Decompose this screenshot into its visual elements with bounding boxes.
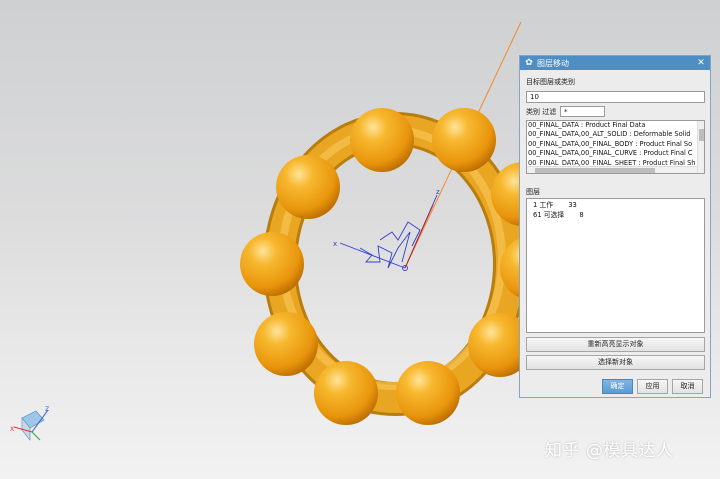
category-horizontal-scrollbar[interactable] (527, 166, 697, 173)
layer-list[interactable]: 1 工作 33 61 可选择 8 (526, 198, 705, 333)
sphere (314, 361, 378, 425)
svg-text:Z: Z (45, 406, 49, 413)
sphere (240, 232, 304, 296)
watermark: 知乎 @模具达人 (545, 441, 674, 461)
svg-text:x: x (333, 240, 337, 248)
category-filter-input[interactable] (560, 106, 605, 117)
list-item[interactable]: 1 工作 33 (527, 201, 704, 211)
category-list[interactable]: 00_FINAL_DATA : Product Final Data 00_FI… (526, 120, 705, 174)
sphere (432, 108, 496, 172)
close-icon[interactable]: ✕ (696, 58, 706, 68)
target-layer-label: 目标图层或类别 (526, 78, 575, 86)
svg-text:z: z (436, 188, 440, 196)
dialog-title: 图层移动 (537, 58, 569, 68)
view-triad-icon: Z X (10, 406, 49, 441)
category-vertical-scrollbar[interactable] (697, 121, 704, 173)
center-csys: x z (333, 188, 440, 271)
layer-move-dialog: ✿ 图层移动 ✕ 目标图层或类别 类别 过滤 00_FINAL_DATA : P… (519, 55, 711, 398)
list-item[interactable]: 00_FINAL_DATA,00_ALT_SOLID : Deformable … (527, 130, 704, 139)
sphere (396, 361, 460, 425)
sphere (254, 312, 318, 376)
sphere (350, 108, 414, 172)
list-item[interactable]: 00_FINAL_DATA,00_FINAL_CURVE : Product F… (527, 149, 704, 158)
target-layer-input[interactable] (526, 91, 705, 103)
category-filter-label: 类别 过滤 (526, 108, 557, 116)
gear-icon: ✿ (525, 58, 533, 68)
ok-button[interactable]: 确定 (602, 379, 633, 394)
list-item[interactable]: 61 可选择 8 (527, 211, 704, 221)
dialog-title-bar[interactable]: ✿ 图层移动 ✕ (520, 56, 710, 70)
apply-button[interactable]: 应用 (637, 379, 668, 394)
svg-text:X: X (10, 426, 14, 433)
reselect-objects-button[interactable]: 重新高亮显示对象 (526, 337, 705, 352)
select-new-objects-button[interactable]: 选择新对象 (526, 355, 705, 370)
layer-label: 图层 (526, 188, 540, 196)
sphere (276, 155, 340, 219)
list-item[interactable]: 00_FINAL_DATA : Product Final Data (527, 121, 704, 130)
cancel-button[interactable]: 取消 (672, 379, 703, 394)
list-item[interactable]: 00_FINAL_DATA,00_FINAL_BODY : Product Fi… (527, 140, 704, 149)
